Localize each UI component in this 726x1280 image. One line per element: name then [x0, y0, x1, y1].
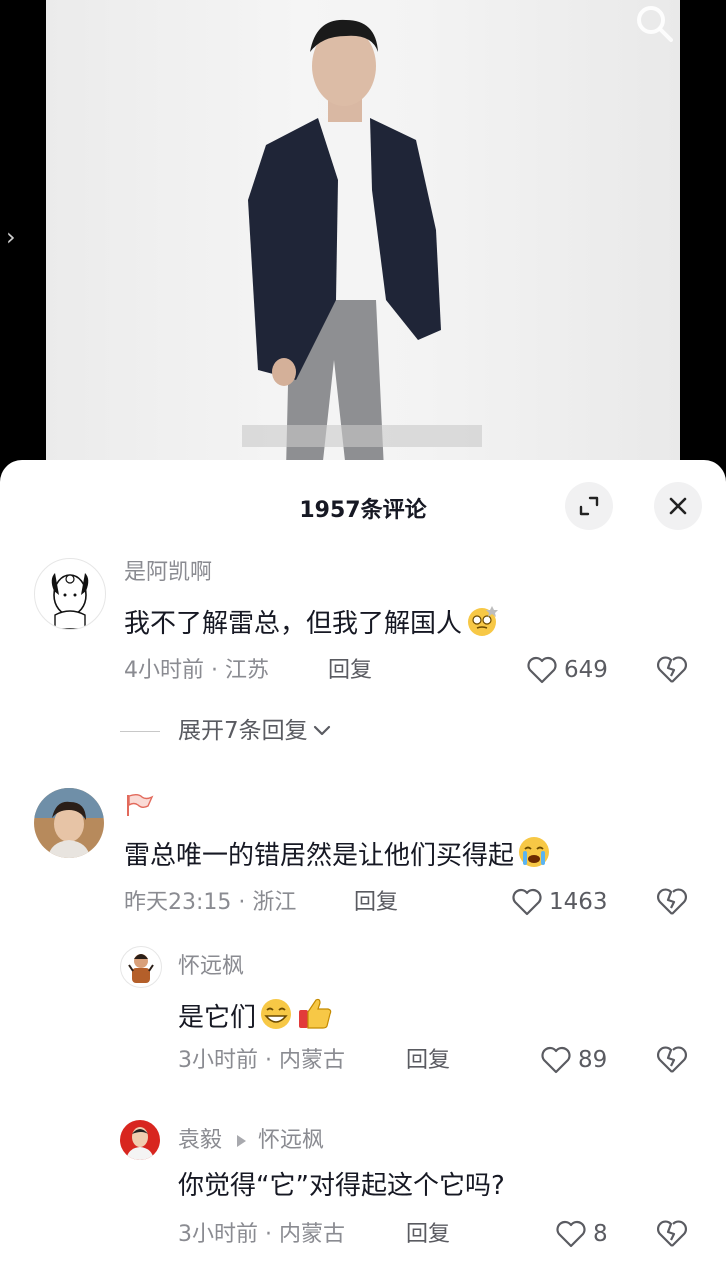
reply-button[interactable]: 回复 [406, 1220, 450, 1250]
close-icon [669, 497, 687, 515]
chevron-right-icon[interactable]: › [6, 222, 16, 252]
thumbs-up-emoji-icon [299, 998, 332, 1029]
reply-username[interactable]: 怀远枫 [178, 952, 244, 982]
comment-username[interactable]: 是阿凯啊 [124, 558, 212, 588]
reply-button[interactable]: 回复 [354, 888, 398, 918]
broken-heart-icon[interactable] [656, 886, 688, 918]
expand-replies-button[interactable]: 展开7条回复 [120, 716, 332, 746]
avatar[interactable] [120, 946, 162, 988]
expand-button[interactable] [565, 482, 613, 530]
reply-text: 你觉得“它”对得起这个它吗? [178, 1171, 505, 1201]
expand-replies-label: 展开7条回复 [178, 718, 308, 744]
flag-icon [127, 794, 154, 816]
crying-face-emoji-icon [519, 837, 550, 867]
broken-heart-icon[interactable] [656, 1044, 688, 1076]
comment-text: 我不了解雷总，但我了解国人 [124, 602, 500, 642]
divider [120, 730, 160, 732]
comment-text-content: 我不了解雷总，但我了解国人 [124, 609, 463, 639]
avatar[interactable] [34, 788, 104, 858]
reply-item: 袁毅 怀远枫 你觉得“它”对得起这个它吗? 3小时前 · 内蒙古 回复 8 [0, 1120, 726, 1270]
avatar[interactable] [34, 558, 106, 630]
heart-icon [556, 1220, 586, 1248]
like-count: 649 [564, 657, 608, 683]
dizzy-face-emoji-icon [468, 606, 499, 636]
video-player[interactable]: › [0, 0, 726, 470]
reply-text: 是它们 [178, 994, 334, 1036]
like-count: 8 [593, 1221, 608, 1247]
like-button[interactable]: 649 [526, 655, 608, 685]
broken-heart-icon[interactable] [656, 1218, 688, 1250]
heart-icon [527, 656, 557, 684]
reply-button[interactable]: 回复 [406, 1046, 450, 1076]
person-photo [242, 19, 482, 470]
video-frame [46, 0, 680, 470]
like-button[interactable]: 1463 [511, 887, 608, 917]
close-button[interactable] [654, 482, 702, 530]
expand-icon [579, 496, 599, 516]
reply-button[interactable]: 回复 [328, 656, 372, 686]
like-button[interactable]: 8 [555, 1219, 608, 1249]
comment-meta: 4小时前 · 江苏 [124, 658, 269, 683]
like-count: 1463 [549, 889, 608, 915]
comment-panel: 1957条评论 是阿凯啊 我不了解雷总，但我了解国人 4小时前 · 江苏 回复 … [0, 460, 726, 1280]
reply-to-username[interactable]: 怀远枫 [258, 1126, 324, 1156]
reply-meta: 3小时前 · 内蒙古 [178, 1222, 345, 1247]
comment-count-title: 1957条评论 [299, 498, 427, 523]
heart-icon [512, 888, 542, 916]
broken-heart-icon[interactable] [656, 654, 688, 686]
reply-username: 袁毅 怀远枫 [178, 1126, 324, 1156]
reply-item: 怀远枫 是它们 3小时前 · 内蒙古 回复 89 [0, 946, 726, 1096]
search-icon[interactable] [632, 2, 676, 46]
reply-text-content: 是它们 [178, 1003, 257, 1033]
chevron-down-icon [313, 725, 330, 736]
comment-text: 雷总唯一的错居然是让他们买得起 [124, 834, 552, 874]
reply-meta: 3小时前 · 内蒙古 [178, 1048, 345, 1073]
reply-author[interactable]: 袁毅 [178, 1126, 222, 1156]
comment-item: 雷总唯一的错居然是让他们买得起 昨天23:15 · 浙江 回复 1463 [0, 782, 726, 932]
heart-icon [541, 1046, 571, 1074]
grinning-face-emoji-icon [261, 999, 292, 1029]
triangle-right-icon [237, 1135, 247, 1147]
like-button[interactable]: 89 [540, 1045, 607, 1075]
comment-text-content: 雷总唯一的错居然是让他们买得起 [124, 841, 515, 871]
comment-meta: 昨天23:15 · 浙江 [124, 890, 297, 915]
like-count: 89 [578, 1047, 608, 1073]
avatar[interactable] [120, 1120, 160, 1160]
comment-item: 是阿凯啊 我不了解雷总，但我了解国人 4小时前 · 江苏 回复 649 展开7条… [0, 550, 726, 760]
